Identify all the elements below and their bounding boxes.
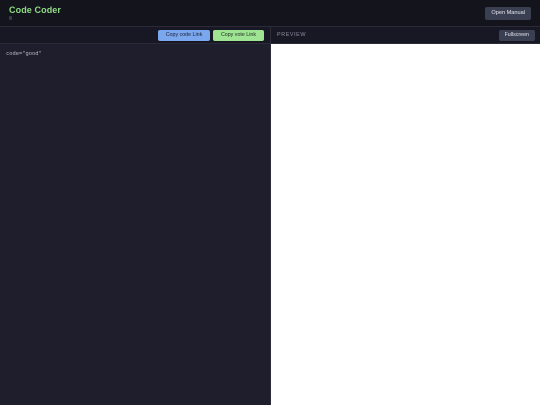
copy-code-link-button[interactable]: Copy code Link — [158, 30, 210, 41]
title-decoration — [9, 16, 12, 20]
editor-pane: Copy code Link Copy vote Link code="good… — [0, 27, 270, 405]
code-line: code="good" — [6, 51, 42, 57]
app-header: Code Coder Open Manual — [0, 0, 540, 27]
app-title: Code Coder — [9, 5, 62, 15]
preview-canvas[interactable] — [271, 45, 540, 405]
copy-vote-link-button[interactable]: Copy vote Link — [213, 30, 264, 41]
open-manual-button[interactable]: Open Manual — [485, 7, 531, 20]
app-root: Code Coder Open Manual Copy code Link Co… — [0, 0, 540, 405]
preview-toolbar: PREVIEW Fullscreen — [271, 27, 540, 44]
code-editor[interactable]: code="good" — [0, 45, 270, 405]
editor-toolbar: Copy code Link Copy vote Link — [0, 27, 270, 44]
fullscreen-button[interactable]: Fullscreen — [498, 30, 535, 41]
preview-label: PREVIEW — [277, 32, 307, 38]
preview-pane: PREVIEW Fullscreen — [271, 27, 540, 405]
